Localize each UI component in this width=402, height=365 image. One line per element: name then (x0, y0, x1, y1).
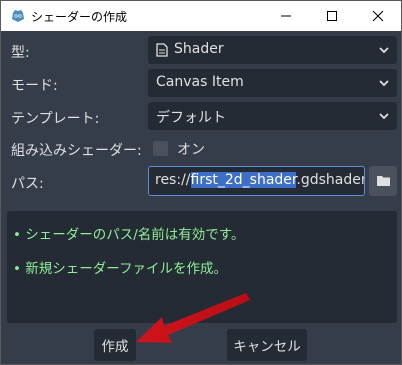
builtin-checkbox[interactable] (153, 141, 168, 156)
maximize-icon (327, 11, 337, 21)
cancel-button[interactable]: キャンセル (227, 329, 307, 361)
path-prefix: res:// (155, 172, 191, 188)
template-label: テンプレート: (11, 111, 100, 127)
close-icon (372, 10, 384, 22)
builtin-on-label: オン (177, 142, 205, 158)
create-button[interactable]: 作成 (94, 329, 136, 361)
chevron-down-icon (379, 47, 389, 54)
validation-message-create: • 新規シェーダーファイルを作成。 (13, 261, 227, 277)
path-label: パス: (11, 176, 44, 192)
mode-dropdown[interactable]: Canvas Item (148, 69, 397, 97)
title-bar: シェーダーの作成 (1, 1, 401, 31)
dialog-content: 型: Shader モード: Canvas Item テンプレート: デフォルト… (1, 31, 401, 364)
path-suffix: .gdshader (296, 172, 365, 188)
path-value: res://first_2d_shader.gdshader (155, 172, 365, 188)
minimize-icon (281, 15, 291, 17)
path-selected-text: first_2d_shader (190, 172, 297, 188)
chevron-down-icon (379, 113, 389, 120)
type-label: 型: (11, 45, 30, 61)
godot-icon (12, 10, 24, 22)
minimize-button[interactable] (263, 1, 309, 31)
type-dropdown[interactable]: Shader (148, 36, 397, 64)
window-title: シェーダーの作成 (31, 10, 128, 24)
shader-file-icon (156, 43, 168, 57)
create-shader-dialog: シェーダーの作成 型: Shader モード: Canvas Item テンプレ… (0, 0, 402, 365)
folder-icon (377, 176, 390, 186)
validation-message-path: • シェーダーのパス/名前は有効です。 (13, 227, 245, 243)
browse-folder-button[interactable] (369, 166, 397, 196)
maximize-button[interactable] (309, 1, 355, 31)
close-button[interactable] (355, 1, 401, 31)
mode-value: Canvas Item (156, 74, 244, 90)
template-value: デフォルト (156, 110, 226, 126)
validation-panel: • シェーダーのパス/名前は有効です。 • 新規シェーダーファイルを作成。 (7, 211, 397, 323)
template-dropdown[interactable]: デフォルト (148, 102, 397, 130)
chevron-down-icon (379, 80, 389, 87)
builtin-label: 組み込みシェーダー: (11, 143, 142, 159)
path-input[interactable]: res://first_2d_shader.gdshader (148, 166, 365, 196)
mode-label: モード: (11, 78, 58, 94)
type-value: Shader (174, 41, 224, 57)
